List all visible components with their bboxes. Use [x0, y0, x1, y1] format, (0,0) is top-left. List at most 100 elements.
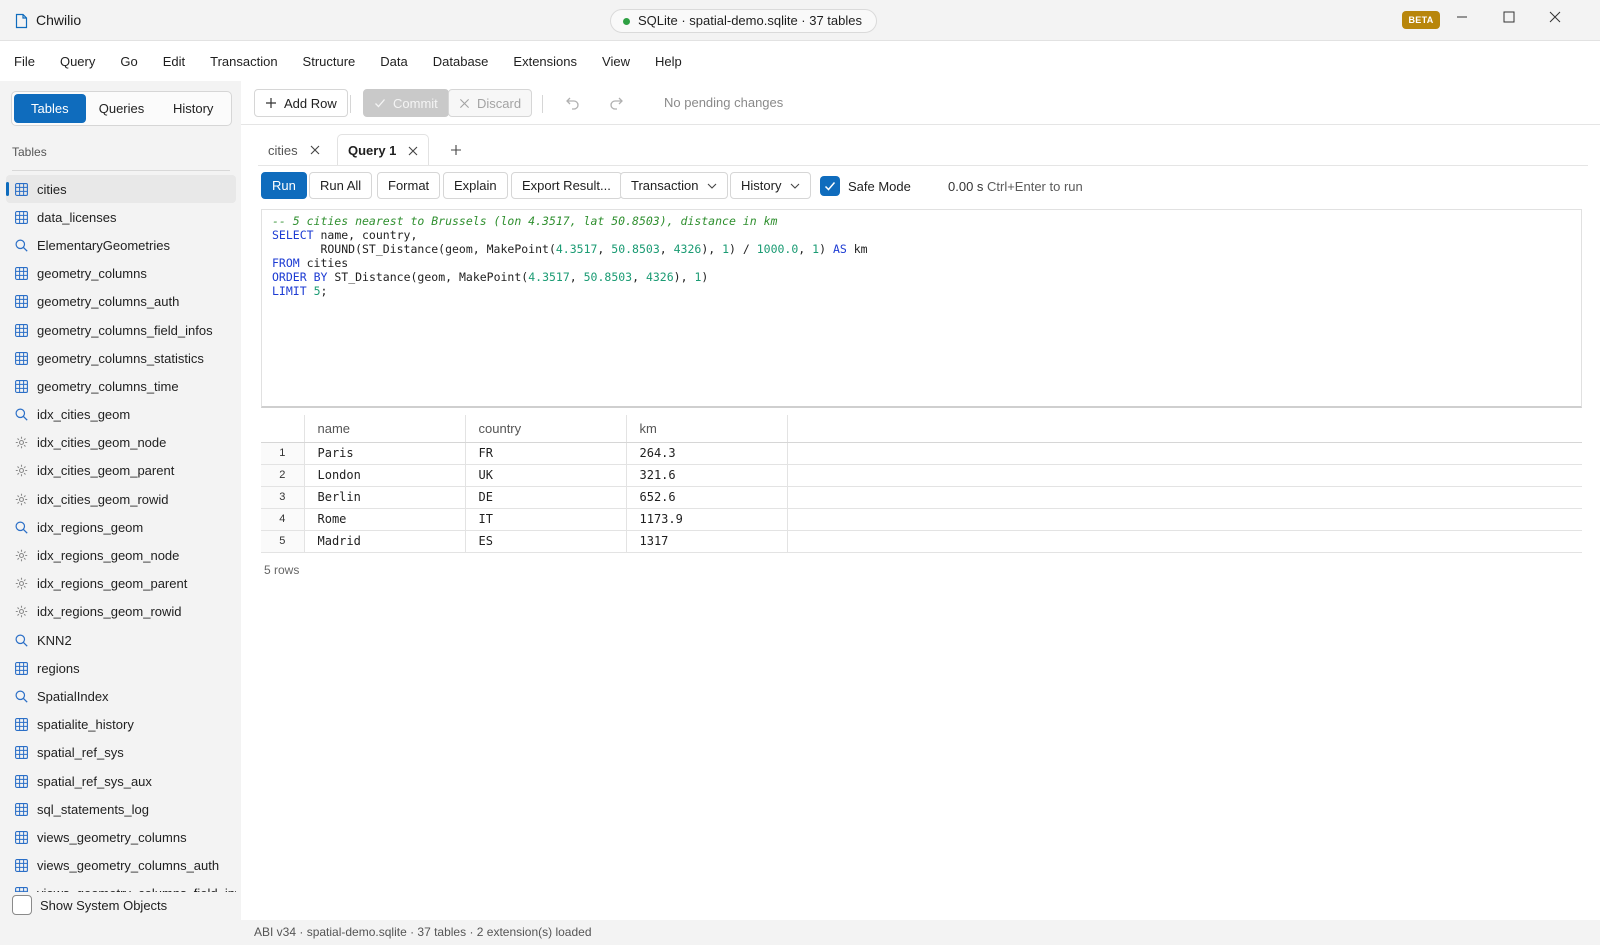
menu-file[interactable]: File	[14, 54, 35, 69]
discard-button[interactable]: Discard	[448, 89, 533, 117]
chevron-down-icon	[708, 183, 717, 189]
sidebar-item-views-geometry-columns-auth[interactable]: views_geometry_columns_auth	[6, 852, 236, 880]
pending-changes-status: No pending changes	[664, 95, 784, 110]
sidebar-item-spatialindex[interactable]: SpatialIndex	[6, 682, 236, 710]
tab-cities[interactable]: cities	[258, 134, 330, 166]
connection-pill[interactable]: SQLite · spatial-demo.sqlite · 37 tables	[610, 9, 877, 33]
column-header-km[interactable]: km	[626, 415, 788, 443]
undo-button[interactable]	[561, 91, 585, 115]
menu-go[interactable]: Go	[120, 54, 137, 69]
transaction-dropdown[interactable]: Transaction	[620, 172, 729, 199]
menu-database[interactable]: Database	[433, 54, 489, 69]
tab-tables[interactable]: Tables	[14, 94, 86, 123]
sidebar-item-spatial-ref-sys[interactable]: spatial_ref_sys	[6, 739, 236, 767]
menu-help[interactable]: Help	[655, 54, 682, 69]
table-row[interactable]: 4 Rome IT 1173.9	[261, 508, 1582, 531]
column-header-name[interactable]: name	[304, 415, 466, 443]
menu-edit[interactable]: Edit	[163, 54, 185, 69]
table-cell-name[interactable]: Rome	[304, 508, 466, 531]
sidebar-item-views-geometry-columns[interactable]: views_geometry_columns	[6, 823, 236, 851]
search-icon	[14, 520, 28, 534]
table-cell-country[interactable]: UK	[465, 464, 627, 487]
row-number-header	[261, 415, 305, 443]
table-cell-km[interactable]: 1317	[626, 530, 788, 553]
menu-query[interactable]: Query	[60, 54, 95, 69]
table-cell-km[interactable]: 321.6	[626, 464, 788, 487]
table-icon	[14, 774, 28, 788]
sidebar-item-knn2[interactable]: KNN2	[6, 626, 236, 654]
sidebar-item-geometry-columns-auth[interactable]: geometry_columns_auth	[6, 288, 236, 316]
sidebar-item-idx-cities-geom[interactable]: idx_cities_geom	[6, 401, 236, 429]
table-cell-country[interactable]: IT	[465, 508, 627, 531]
commit-button[interactable]: Commit	[363, 89, 449, 117]
sidebar-item-idx-regions-geom-parent[interactable]: idx_regions_geom_parent	[6, 570, 236, 598]
show-system-objects-toggle[interactable]: Show System Objects	[12, 895, 167, 915]
add-row-button[interactable]: Add Row	[254, 89, 348, 117]
sidebar-item-views-geometry-columns-field-info[interactable]: views_geometry_columns_field_info	[6, 880, 236, 892]
table-cell-km[interactable]: 652.6	[626, 486, 788, 509]
close-tab-icon[interactable]	[408, 146, 418, 156]
sidebar-item-spatial-ref-sys-aux[interactable]: spatial_ref_sys_aux	[6, 767, 236, 795]
history-dropdown[interactable]: History	[730, 172, 812, 199]
format-button[interactable]: Format	[377, 172, 441, 199]
new-tab-button[interactable]	[440, 134, 472, 166]
sql-code[interactable]: -- 5 cities nearest to Brussels (lon 4.3…	[272, 214, 1571, 298]
sidebar-item-idx-regions-geom-node[interactable]: idx_regions_geom_node	[6, 541, 236, 569]
redo-button[interactable]	[604, 91, 628, 115]
sidebar-item-spatialite-history[interactable]: spatialite_history	[6, 711, 236, 739]
table-row[interactable]: 1 Paris FR 264.3	[261, 442, 1582, 465]
export-result-button[interactable]: Export Result...	[511, 172, 622, 199]
table-cell-name[interactable]: London	[304, 464, 466, 487]
sidebar-item-regions[interactable]: regions	[6, 654, 236, 682]
show-system-objects-checkbox[interactable]	[12, 895, 32, 915]
menu-data[interactable]: Data	[380, 54, 407, 69]
safe-mode-checkbox[interactable]	[820, 176, 840, 196]
tab-label: Query 1	[348, 143, 397, 158]
sidebar-item-geometry-columns[interactable]: geometry_columns	[6, 260, 236, 288]
run-button[interactable]: Run	[261, 172, 307, 199]
toolbar-divider	[350, 95, 351, 113]
tab-queries[interactable]: Queries	[86, 94, 158, 123]
table-cell-name[interactable]: Berlin	[304, 486, 466, 509]
sidebar-item-idx-cities-geom-node[interactable]: idx_cities_geom_node	[6, 429, 236, 457]
table-cell-country[interactable]: ES	[465, 530, 627, 553]
sidebar-item-sql-statements-log[interactable]: sql_statements_log	[6, 795, 236, 823]
sidebar-item-cities[interactable]: cities	[6, 175, 236, 204]
tab-query-1[interactable]: Query 1	[337, 134, 430, 166]
sidebar-item-geometry-columns-field-infos[interactable]: geometry_columns_field_infos	[6, 316, 236, 344]
table-cell-country[interactable]: FR	[465, 442, 627, 465]
sidebar-item-label: geometry_columns_auth	[37, 294, 180, 310]
sidebar-item-label: idx_regions_geom_parent	[37, 576, 188, 592]
minimize-button[interactable]	[1439, 0, 1485, 34]
table-row[interactable]: 2 London UK 321.6	[261, 464, 1582, 487]
explain-button[interactable]: Explain	[443, 172, 508, 199]
menu-extensions[interactable]: Extensions	[513, 54, 577, 69]
column-header-country[interactable]: country	[465, 415, 627, 443]
sql-editor[interactable]: -- 5 cities nearest to Brussels (lon 4.3…	[261, 209, 1582, 408]
tab-history[interactable]: History	[157, 94, 229, 123]
tab-label: cities	[268, 142, 298, 158]
sidebar-item-data-licenses[interactable]: data_licenses	[6, 203, 236, 231]
sidebar-item-idx-cities-geom-parent[interactable]: idx_cities_geom_parent	[6, 457, 236, 485]
table-cell-name[interactable]: Paris	[304, 442, 466, 465]
sidebar-item-geometry-columns-statistics[interactable]: geometry_columns_statistics	[6, 344, 236, 372]
menu-transaction[interactable]: Transaction	[210, 54, 277, 69]
menu-view[interactable]: View	[602, 54, 630, 69]
sidebar-item-label: idx_cities_geom_node	[37, 435, 167, 451]
table-row[interactable]: 3 Berlin DE 652.6	[261, 486, 1582, 509]
table-cell-name[interactable]: Madrid	[304, 530, 466, 553]
close-tab-icon[interactable]	[310, 145, 320, 155]
table-cell-country[interactable]: DE	[465, 486, 627, 509]
maximize-button[interactable]	[1486, 0, 1532, 34]
sidebar-item-idx-cities-geom-rowid[interactable]: idx_cities_geom_rowid	[6, 485, 236, 513]
table-row[interactable]: 5 Madrid ES 1317	[261, 530, 1582, 553]
sidebar-item-idx-regions-geom-rowid[interactable]: idx_regions_geom_rowid	[6, 598, 236, 626]
menu-structure[interactable]: Structure	[303, 54, 356, 69]
run-all-button[interactable]: Run All	[309, 172, 373, 199]
sidebar-item-geometry-columns-time[interactable]: geometry_columns_time	[6, 372, 236, 400]
table-cell-km[interactable]: 1173.9	[626, 508, 788, 531]
sidebar-item-elementarygeometries[interactable]: ElementaryGeometries	[6, 231, 236, 259]
close-window-button[interactable]	[1532, 0, 1578, 34]
table-cell-km[interactable]: 264.3	[626, 442, 788, 465]
sidebar-item-idx-regions-geom[interactable]: idx_regions_geom	[6, 513, 236, 541]
